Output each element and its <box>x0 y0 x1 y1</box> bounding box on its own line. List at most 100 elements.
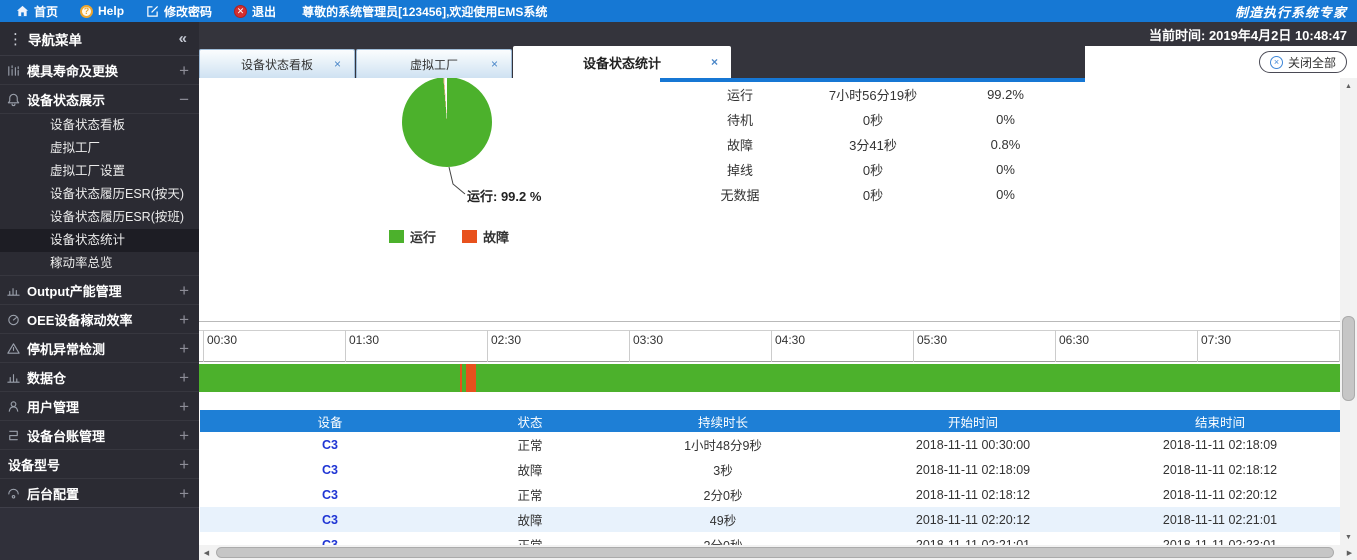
duration-cell: 2分0秒 <box>600 535 846 545</box>
timeline-gridline <box>345 330 346 362</box>
logout-icon: ✕ <box>234 5 247 18</box>
status-cell: 故障 <box>460 460 600 479</box>
tab-device-status-statistics[interactable]: 设备状态统计 × <box>513 46 731 78</box>
start-time-cell: 2018-11-11 02:18:12 <box>846 488 1100 502</box>
device-link[interactable]: C3 <box>200 438 460 452</box>
duration-cell: 2分0秒 <box>600 485 846 504</box>
timeline-fault-segment[interactable] <box>460 364 462 392</box>
sidebar-item-virtual-factory[interactable]: 虚拟工厂 <box>0 137 199 160</box>
table-row[interactable]: C3 正常 2分0秒 2018-11-11 02:18:12 2018-11-1… <box>200 482 1340 507</box>
expand-plus-icon[interactable]: + <box>179 456 189 473</box>
table-row[interactable]: C3 正常 2分0秒 2018-11-11 02:21:01 2018-11-1… <box>200 532 1340 545</box>
stats-duration: 3分41秒 <box>820 135 926 154</box>
sidebar: ⋮ 导航菜单 « 模具寿命及更换 + 设备状态展示 − 设备状态看板 虚拟工厂 … <box>0 22 199 560</box>
device-link[interactable]: C3 <box>200 488 460 502</box>
tab-label: 虚拟工厂 <box>410 56 458 73</box>
legend-item-fault[interactable]: 故障 <box>462 227 509 246</box>
timeline-fault-segment[interactable] <box>466 364 476 392</box>
sidebar-group-user-management[interactable]: 用户管理 + <box>0 392 199 421</box>
scroll-up-icon[interactable]: ▲ <box>1340 78 1357 94</box>
sidebar-group-device-model[interactable]: 设备型号 + <box>0 450 199 479</box>
scroll-down-icon[interactable]: ▼ <box>1340 529 1357 545</box>
home-button[interactable]: 首页 <box>16 3 58 20</box>
sidebar-group-output[interactable]: Output产能管理 + <box>0 276 199 305</box>
expand-plus-icon[interactable]: + <box>179 311 189 328</box>
timeline-tick-label: 02:30 <box>491 333 521 347</box>
topbar: 首页 ? Help 修改密码 ✕ 退出 尊敬的系统管理员[123456],欢迎使… <box>0 0 1357 22</box>
stats-state: 待机 <box>660 110 820 129</box>
end-time-cell: 2018-11-11 02:20:12 <box>1100 488 1340 502</box>
timeline-tick-label: 00:30 <box>207 333 237 347</box>
expand-plus-icon[interactable]: + <box>179 340 189 357</box>
tab-close-icon[interactable]: × <box>334 57 341 71</box>
duration-cell: 3秒 <box>600 460 846 479</box>
help-button[interactable]: ? Help <box>80 4 124 18</box>
sidebar-item-device-status-board[interactable]: 设备状态看板 <box>0 114 199 137</box>
help-label: Help <box>98 4 124 18</box>
sidebar-collapse-icon[interactable]: « <box>179 30 187 47</box>
end-time-cell: 2018-11-11 02:18:09 <box>1100 438 1340 452</box>
legend-item-run[interactable]: 运行 <box>389 227 436 246</box>
timeline-gridline <box>913 330 914 362</box>
expand-plus-icon[interactable]: + <box>179 282 189 299</box>
sidebar-item-virtual-factory-settings[interactable]: 虚拟工厂设置 <box>0 160 199 183</box>
timeline-gridline <box>771 330 772 362</box>
tab-virtual-factory[interactable]: 虚拟工厂 × <box>356 49 512 78</box>
tab-close-icon[interactable]: × <box>711 55 718 69</box>
device-link[interactable]: C3 <box>200 513 460 527</box>
table-row[interactable]: C3 故障 3秒 2018-11-11 02:18:09 2018-11-11 … <box>200 457 1340 482</box>
sidebar-group-downtime[interactable]: 停机异常检测 + <box>0 334 199 363</box>
device-link[interactable]: C3 <box>200 538 460 546</box>
sidebar-group-label: OEE设备稼动效率 <box>27 310 132 329</box>
device-link[interactable]: C3 <box>200 463 460 477</box>
current-time-bar: 当前时间: 2019年4月2日 10:48:47 <box>199 22 1357 46</box>
mold-life-icon <box>6 63 24 78</box>
horizontal-scrollbar-thumb[interactable] <box>216 547 1334 558</box>
horizontal-scrollbar[interactable]: ◀ ▶ <box>199 545 1357 560</box>
sidebar-item-esr-by-shift[interactable]: 设备状态履历ESR(按班) <box>0 206 199 229</box>
change-password-label: 修改密码 <box>164 3 212 20</box>
collapse-minus-icon[interactable]: − <box>179 91 189 108</box>
change-password-button[interactable]: 修改密码 <box>146 3 212 20</box>
status-cell: 故障 <box>460 510 600 529</box>
table-row[interactable]: C3 正常 1小时48分9秒 2018-11-11 00:30:00 2018-… <box>200 432 1340 457</box>
expand-plus-icon[interactable]: + <box>179 369 189 386</box>
sidebar-group-data-warehouse[interactable]: 数据仓 + <box>0 363 199 392</box>
tab-device-status-board[interactable]: 设备状态看板 × <box>199 49 355 78</box>
expand-plus-icon[interactable]: + <box>179 427 189 444</box>
expand-plus-icon[interactable]: + <box>179 398 189 415</box>
sidebar-group-device-status[interactable]: 设备状态展示 − <box>0 85 199 114</box>
stats-row: 故障3分41秒0.8% <box>660 132 1085 157</box>
start-time-cell: 2018-11-11 00:30:00 <box>846 438 1100 452</box>
timeline-status-bar[interactable] <box>199 364 1340 392</box>
scroll-left-icon[interactable]: ◀ <box>199 545 214 560</box>
sidebar-group-oee[interactable]: OEE设备稼动效率 + <box>0 305 199 334</box>
stats-duration: 0秒 <box>820 185 926 204</box>
sidebar-item-device-status-statistics[interactable]: 设备状态统计 <box>0 229 199 252</box>
logout-button[interactable]: ✕ 退出 <box>234 3 276 20</box>
sidebar-group-label: 设备状态展示 <box>27 90 105 109</box>
sidebar-item-utilization-overview[interactable]: 稼动率总览 <box>0 252 199 275</box>
tab-close-icon[interactable]: × <box>491 57 498 71</box>
table-row-highlighted[interactable]: C3 故障 49秒 2018-11-11 02:20:12 2018-11-11… <box>200 507 1340 532</box>
sidebar-item-esr-by-day[interactable]: 设备状态履历ESR(按天) <box>0 183 199 206</box>
vertical-scrollbar-thumb[interactable] <box>1342 316 1355 401</box>
stats-percent: 0% <box>926 162 1085 177</box>
tab-strip: 设备状态看板 × 虚拟工厂 × 设备状态统计 × <box>199 46 1085 78</box>
data-warehouse-icon <box>6 370 24 385</box>
sidebar-group-mold-life[interactable]: 模具寿命及更换 + <box>0 56 199 85</box>
sidebar-group-label: 设备型号 <box>8 455 60 474</box>
scroll-right-icon[interactable]: ▶ <box>1342 545 1357 560</box>
device-status-table: 设备 状态 持续时长 开始时间 结束时间 C3 正常 1小时48分9秒 2018… <box>200 410 1340 545</box>
pie-chart[interactable] <box>402 78 492 167</box>
header-end-time: 结束时间 <box>1100 412 1340 431</box>
sidebar-group-label: 停机异常检测 <box>27 339 105 358</box>
vertical-scrollbar[interactable]: ▲ ▼ <box>1340 78 1357 545</box>
expand-plus-icon[interactable]: + <box>179 485 189 502</box>
device-status-icon <box>6 92 24 107</box>
sidebar-group-backend-config[interactable]: 后台配置 + <box>0 479 199 508</box>
sidebar-group-equipment-ledger[interactable]: 设备台账管理 + <box>0 421 199 450</box>
close-all-tabs-button[interactable]: × 关闭全部 <box>1259 51 1347 73</box>
stats-percent: 99.2% <box>926 87 1085 102</box>
expand-plus-icon[interactable]: + <box>179 62 189 79</box>
